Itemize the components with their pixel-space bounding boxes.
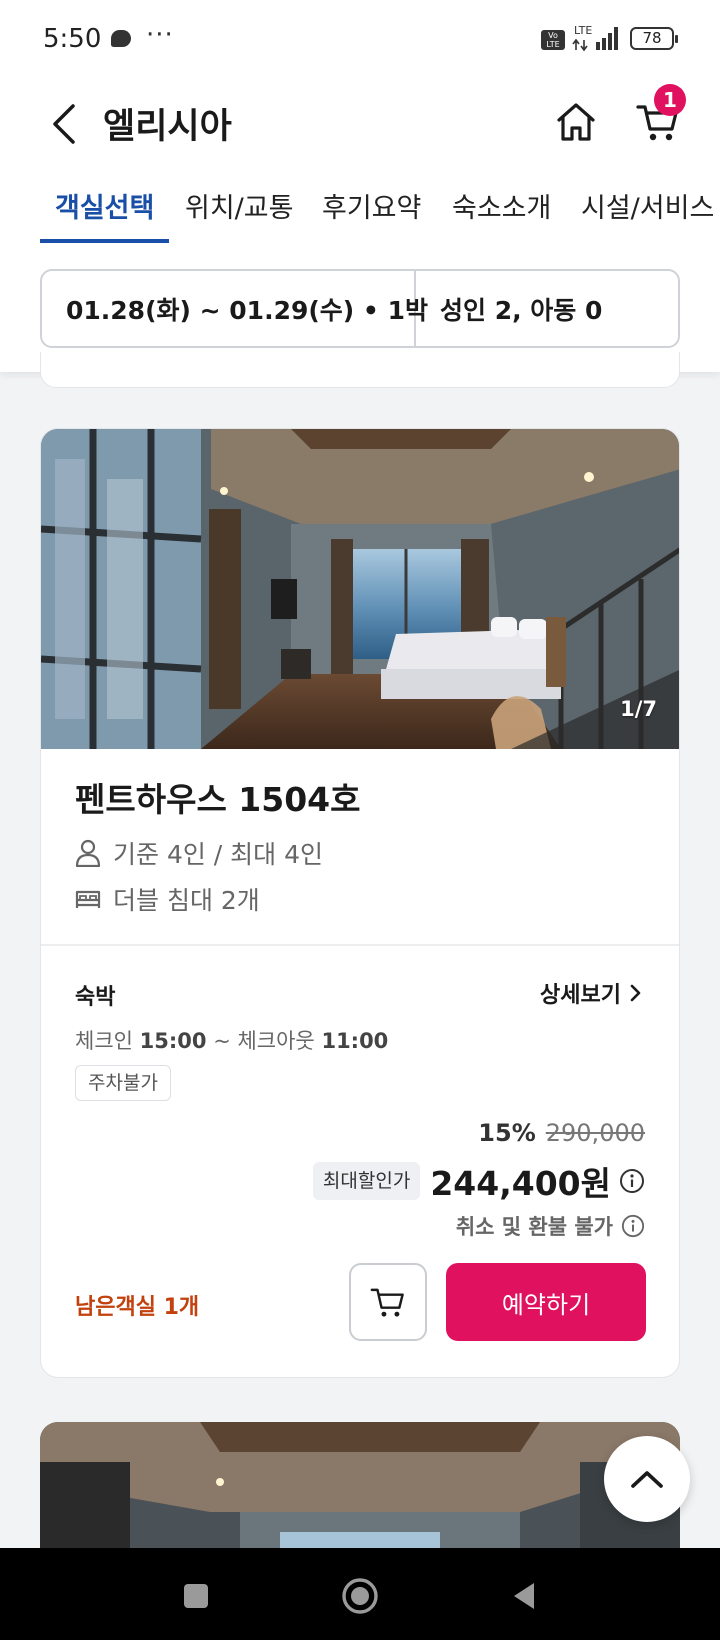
date-range-selector[interactable]: 01.28(화) ~ 01.29(수) • 1박 [42,271,428,346]
cart-count-badge: 1 [654,84,686,116]
volte-icon: Vo LTE [541,30,565,50]
back-nav-button[interactable] [500,1572,548,1620]
price-info-icon[interactable] [619,1168,645,1194]
rate-plan-title: 숙박 [75,985,116,1010]
chevron-right-icon [630,984,641,1002]
refund-info-icon[interactable] [621,1214,645,1238]
remaining-rooms: 남은객실 1개 [75,1295,200,1320]
discount-row: 15% 290,000 [478,1119,645,1147]
status-bar: 5:50 ··· Vo LTE LTE 78 [0,0,720,78]
message-icon [111,30,131,47]
bed-text: 더블 침대 2개 [113,886,260,915]
app-header: 엘리시아 [0,78,720,174]
triangle-back-icon [514,1583,534,1609]
refund-policy: 취소 및 환불 불가 [456,1211,645,1241]
recent-apps-button[interactable] [172,1572,220,1620]
scroll-to-top-button[interactable] [604,1436,690,1522]
parking-badge: 주차불가 [75,1065,171,1101]
room-image [41,429,679,749]
checkout-label: ~ 체크아웃 [213,1029,315,1053]
room-card: 1/7 펜트하우스 1504호 기준 4인 / 최대 4인 더블 침대 2개 숙… [40,428,680,1378]
person-icon [75,839,101,867]
room-photo[interactable]: 1/7 [41,429,679,749]
refund-policy-text: 취소 및 환불 불가 [455,1215,613,1239]
battery-icon: 78 [630,27,678,50]
check-in-out-times: 체크인 15:00 ~ 체크아웃 11:00 [75,1025,388,1055]
discount-rate: 15% [478,1119,536,1147]
home-button[interactable] [552,94,600,150]
detail-link[interactable]: 상세보기 [540,977,643,1009]
page-title: 엘리시아 [103,107,232,147]
final-price-row: 최대할인가 244,400원 [312,1157,645,1205]
room-name: 펜트하우스 1504호 [75,780,361,819]
tab-facilities[interactable]: 시설/서비스 [581,186,714,225]
checkout-time: 11:00 [321,1029,389,1053]
bed-row: 더블 침대 2개 [75,881,260,917]
cart-icon [370,1288,404,1317]
active-tab-indicator [40,239,169,243]
capacity-text: 기준 4인 / 최대 4인 [113,840,324,869]
system-nav-bar [0,1548,720,1640]
book-button[interactable]: 예약하기 [446,1263,646,1341]
chevron-up-icon [631,1471,663,1488]
status-time: 5:50 [43,24,102,54]
section-tabs: 객실선택 위치/교통 후기요약 숙소소개 시설/서비스 [0,174,720,244]
more-notifications-icon: ··· [146,20,174,50]
previous-card [40,352,680,388]
capacity-row: 기준 4인 / 최대 4인 [75,835,323,871]
photo-counter: 1/7 [620,697,657,721]
back-button[interactable] [44,96,84,152]
divider [41,944,679,946]
tab-intro[interactable]: 숙소소개 [452,186,551,225]
chevron-left-icon [53,104,75,144]
tab-location[interactable]: 위치/교통 [185,186,293,225]
original-price: 290,000 [545,1119,645,1147]
checkin-time: 15:00 [139,1029,207,1053]
signal-icon: LTE [572,24,618,52]
square-icon [184,1584,208,1608]
final-price: 244,400원 [430,1164,611,1203]
tab-room-select[interactable]: 객실선택 [55,186,154,225]
search-summary: 01.28(화) ~ 01.29(수) • 1박 성인 2, 아동 0 [40,269,680,348]
circle-home-icon [342,1578,378,1614]
checkin-label: 체크인 [75,1029,133,1053]
home-nav-button[interactable] [336,1572,384,1620]
detail-link-label: 상세보기 [540,983,621,1008]
add-to-cart-button[interactable] [349,1263,427,1341]
bed-icon [75,890,101,908]
guest-selector[interactable]: 성인 2, 아동 0 [416,271,678,346]
network-label: LTE [574,24,592,37]
home-icon [557,103,595,141]
tab-reviews[interactable]: 후기요약 [322,186,421,225]
max-discount-label: 최대할인가 [312,1162,421,1200]
